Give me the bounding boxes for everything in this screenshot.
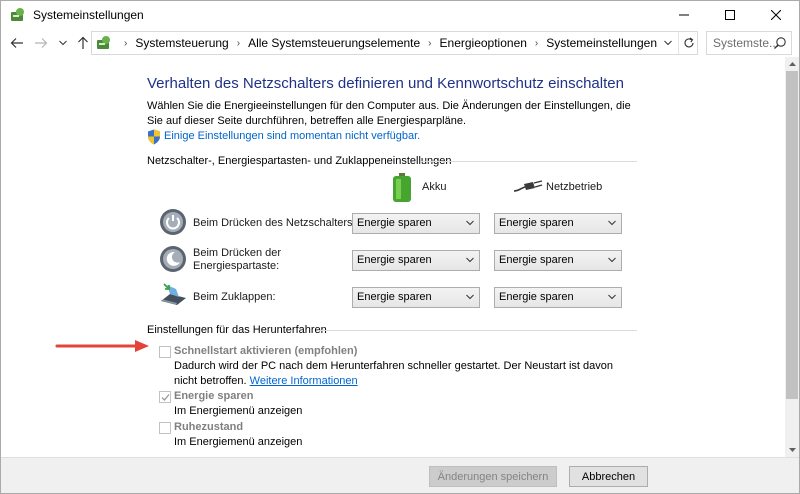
- control-panel-icon: [11, 8, 24, 21]
- sleep-button-icon: [160, 246, 186, 272]
- hibernate-checkbox[interactable]: [159, 422, 171, 434]
- sleep-menu-checkbox[interactable]: [159, 391, 171, 403]
- chevron-down-icon: [466, 257, 474, 263]
- caret-down-icon: [788, 448, 796, 452]
- chevron-down-icon: [466, 220, 474, 226]
- breadcrumb-item[interactable]: Energieoptionen: [440, 36, 527, 50]
- chevron-down-icon: [608, 257, 616, 263]
- title-bar: Systemeinstellungen: [1, 1, 799, 29]
- fast-startup-title: Schnellstart aktivieren (empfohlen): [174, 345, 358, 357]
- navigation-bar: › Systemsteuerung › Alle Systemsteuerung…: [1, 29, 799, 57]
- refresh-button[interactable]: [678, 32, 698, 54]
- breadcrumb-separator-icon[interactable]: ›: [237, 38, 240, 49]
- save-changes-button[interactable]: Änderungen speichern: [429, 466, 557, 487]
- minimize-icon: [679, 14, 689, 16]
- chevron-down-icon: [608, 294, 616, 300]
- power-button-label: Beim Drücken des Netzschalters:: [193, 217, 356, 229]
- unavailable-settings-link[interactable]: Einige Einstellungen sind momentan nicht…: [164, 130, 420, 142]
- select-value: Energie sparen: [499, 291, 574, 303]
- breadcrumb-item[interactable]: Systemsteuerung: [135, 36, 228, 50]
- window-title: Systemeinstellungen: [33, 8, 144, 22]
- select-value: Energie sparen: [357, 254, 432, 266]
- arrow-left-icon: [10, 38, 23, 48]
- search-box[interactable]: Systemste...: [706, 31, 792, 55]
- group-divider: [421, 161, 637, 162]
- select-value: Energie sparen: [499, 217, 574, 229]
- column-header-battery: Akku: [422, 181, 447, 193]
- group-divider: [318, 330, 637, 331]
- lid-close-battery-select[interactable]: Energie sparen: [352, 287, 480, 308]
- page-description: Wählen Sie die Energieeinstellungen für …: [147, 100, 631, 127]
- laptop-lid-icon: [161, 283, 186, 305]
- main-content: Verhalten des Netzschalters definieren u…: [1, 57, 785, 457]
- caret-up-icon: [788, 62, 796, 66]
- forward-button[interactable]: [31, 33, 51, 53]
- battery-icon: [393, 173, 411, 202]
- lid-close-plugged-select[interactable]: Energie sparen: [494, 287, 622, 308]
- power-buttons-group-title: Netzschalter-, Energiespartasten- und Zu…: [147, 155, 452, 167]
- up-button[interactable]: [73, 33, 93, 53]
- shutdown-group-title: Einstellungen für das Herunterfahren: [147, 324, 327, 336]
- column-header-plugged-in: Netzbetrieb: [546, 181, 603, 193]
- breadcrumb-item[interactable]: Alle Systemsteuerungselemente: [248, 36, 420, 50]
- scroll-thumb[interactable]: [786, 71, 798, 399]
- uac-shield-icon: [148, 129, 160, 145]
- fast-startup-checkbox[interactable]: [159, 346, 171, 358]
- control-panel-icon: [97, 36, 110, 49]
- power-plug-icon: [513, 180, 543, 192]
- close-button[interactable]: [753, 1, 799, 29]
- breadcrumb-item[interactable]: Systemeinstellungen: [546, 36, 657, 50]
- select-value: Energie sparen: [499, 254, 574, 266]
- fast-startup-description: Dadurch wird der PC nach dem Herunterfah…: [174, 359, 614, 389]
- page-title: Verhalten des Netzschalters definieren u…: [147, 75, 624, 92]
- power-button-battery-select[interactable]: Energie sparen: [352, 213, 480, 234]
- address-bar[interactable]: › Systemsteuerung › Alle Systemsteuerung…: [91, 31, 698, 55]
- chevron-down-icon: [608, 220, 616, 226]
- checkmark-icon: [161, 394, 170, 401]
- cancel-button[interactable]: Abbrechen: [569, 466, 648, 487]
- arrow-right-icon: [35, 38, 48, 48]
- sleep-button-plugged-select[interactable]: Energie sparen: [494, 250, 622, 271]
- scroll-down-button[interactable]: [785, 443, 799, 457]
- fast-startup-desc-text: Dadurch wird der PC nach dem Herunterfah…: [174, 360, 613, 387]
- arrow-up-icon: [78, 36, 88, 49]
- close-icon: [771, 10, 781, 20]
- refresh-icon: [684, 37, 694, 48]
- hibernate-title: Ruhezustand: [174, 421, 244, 433]
- scroll-up-button[interactable]: [785, 57, 799, 71]
- lid-close-label: Beim Zuklappen:: [193, 291, 276, 303]
- back-button[interactable]: [7, 33, 27, 53]
- minimize-button[interactable]: [661, 1, 707, 29]
- maximize-icon: [725, 10, 735, 20]
- breadcrumb-separator-icon[interactable]: ›: [428, 38, 431, 49]
- chevron-down-icon: [466, 294, 474, 300]
- more-info-link[interactable]: Weitere Informationen: [250, 375, 358, 387]
- power-button-icon: [160, 209, 186, 235]
- address-history-button[interactable]: [658, 32, 678, 54]
- vertical-scrollbar[interactable]: [785, 57, 799, 457]
- select-value: Energie sparen: [357, 291, 432, 303]
- footer-bar: Änderungen speichern Abbrechen: [1, 457, 799, 493]
- hibernate-description: Im Energiemenü anzeigen: [174, 436, 303, 448]
- breadcrumb: › Systemsteuerung › Alle Systemsteuerung…: [116, 32, 657, 54]
- chevron-down-icon: [59, 40, 67, 46]
- chevron-down-icon: [664, 40, 672, 46]
- power-button-plugged-select[interactable]: Energie sparen: [494, 213, 622, 234]
- maximize-button[interactable]: [707, 1, 753, 29]
- select-value: Energie sparen: [357, 217, 432, 229]
- search-input[interactable]: Systemste...: [713, 36, 779, 50]
- sleep-button-label: Beim Drücken der Energiespartaste:: [193, 247, 282, 272]
- breadcrumb-separator-icon: ›: [124, 37, 128, 49]
- search-icon[interactable]: [773, 36, 787, 50]
- recent-locations-button[interactable]: [56, 33, 70, 53]
- sleep-button-battery-select[interactable]: Energie sparen: [352, 250, 480, 271]
- settings-window: Systemeinstellungen › Systemsteuerung › …: [0, 0, 800, 494]
- red-arrow-annotation: [55, 340, 149, 352]
- sleep-menu-description: Im Energiemenü anzeigen: [174, 405, 303, 417]
- sleep-menu-title: Energie sparen: [174, 390, 254, 402]
- breadcrumb-separator-icon[interactable]: ›: [535, 38, 538, 49]
